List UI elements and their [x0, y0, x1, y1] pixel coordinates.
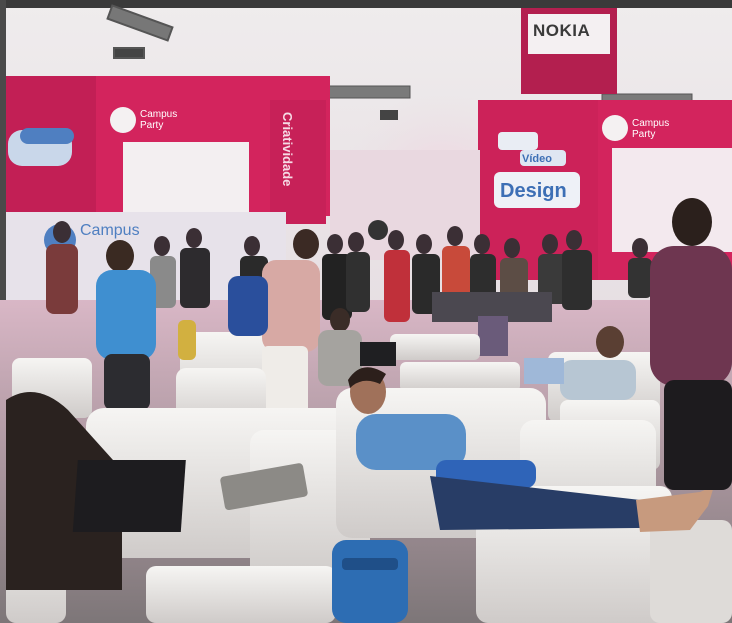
ring-light: [368, 220, 388, 240]
top-edge: [0, 0, 732, 8]
design-word-1: Vídeo: [522, 153, 552, 165]
back-table-leg: [478, 316, 508, 356]
campus-low-text: Campus: [80, 222, 140, 239]
campus-party-left-text: Campus Party: [140, 109, 178, 131]
blue-backpack: [332, 540, 408, 623]
campus-party-right-text: Campus Party: [632, 118, 670, 140]
design-word-2: Design: [500, 180, 567, 202]
photo-scene: NOKIA Campus Party Campus Party Campus C…: [0, 0, 732, 623]
event-hall-photo: [0, 0, 732, 623]
nokia-sign-text: NOKIA: [533, 21, 591, 40]
vertical-banner-text: Criatividade: [280, 112, 295, 187]
